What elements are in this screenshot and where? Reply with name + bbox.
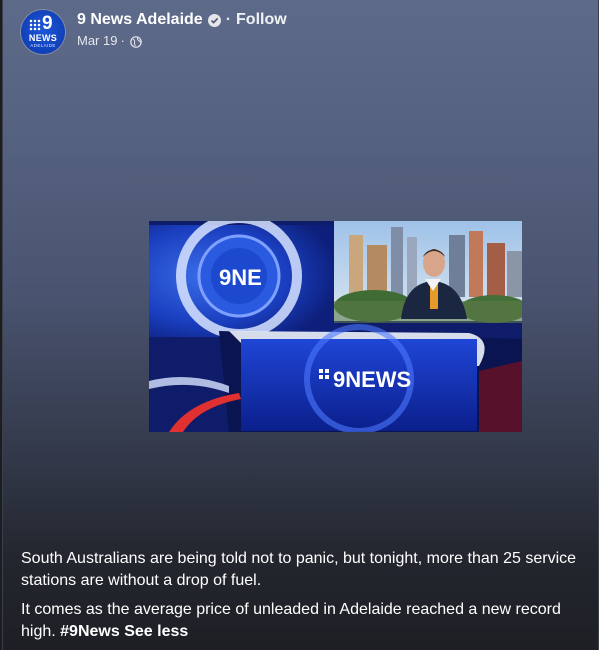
post-caption: South Australians are being told not to … (21, 548, 586, 650)
nine-dots-logo-icon (29, 19, 41, 31)
post-date-link[interactable]: Mar 19 (77, 32, 117, 50)
avatar-subtitle-text: ADELAIDE (30, 43, 56, 48)
avatar-news-text: NEWS (28, 33, 58, 43)
avatar-nine-text: 9 (42, 13, 53, 34)
caption-paragraph-2: It comes as the average price of unleade… (21, 599, 586, 643)
date-separator: · (120, 33, 125, 48)
header-separator: · (225, 11, 232, 28)
follow-button[interactable]: Follow (236, 10, 287, 30)
screen-logo-text: 9NE (219, 265, 262, 290)
page-avatar[interactable]: 9 NEWS ADELAIDE (21, 10, 65, 54)
caption-paragraph-1: South Australians are being told not to … (21, 550, 577, 589)
desk-logo-text: 9NEWS (333, 367, 411, 392)
video-frame: 9NE 9NEWS (149, 221, 522, 432)
page-name-link[interactable]: 9 News Adelaide (77, 10, 203, 30)
verified-badge-icon (207, 13, 221, 27)
globe-icon (130, 35, 142, 48)
hashtag-link[interactable]: #9News (60, 623, 120, 640)
see-less-button[interactable]: See less (124, 623, 188, 640)
post-meta: 9 News Adelaide · Follow Mar 19 · (77, 10, 287, 50)
facebook-post: 9 NEWS ADELAIDE 9 News Adelaide · Follow… (2, 0, 599, 650)
video-player[interactable]: 9NE 9NEWS (149, 221, 522, 432)
